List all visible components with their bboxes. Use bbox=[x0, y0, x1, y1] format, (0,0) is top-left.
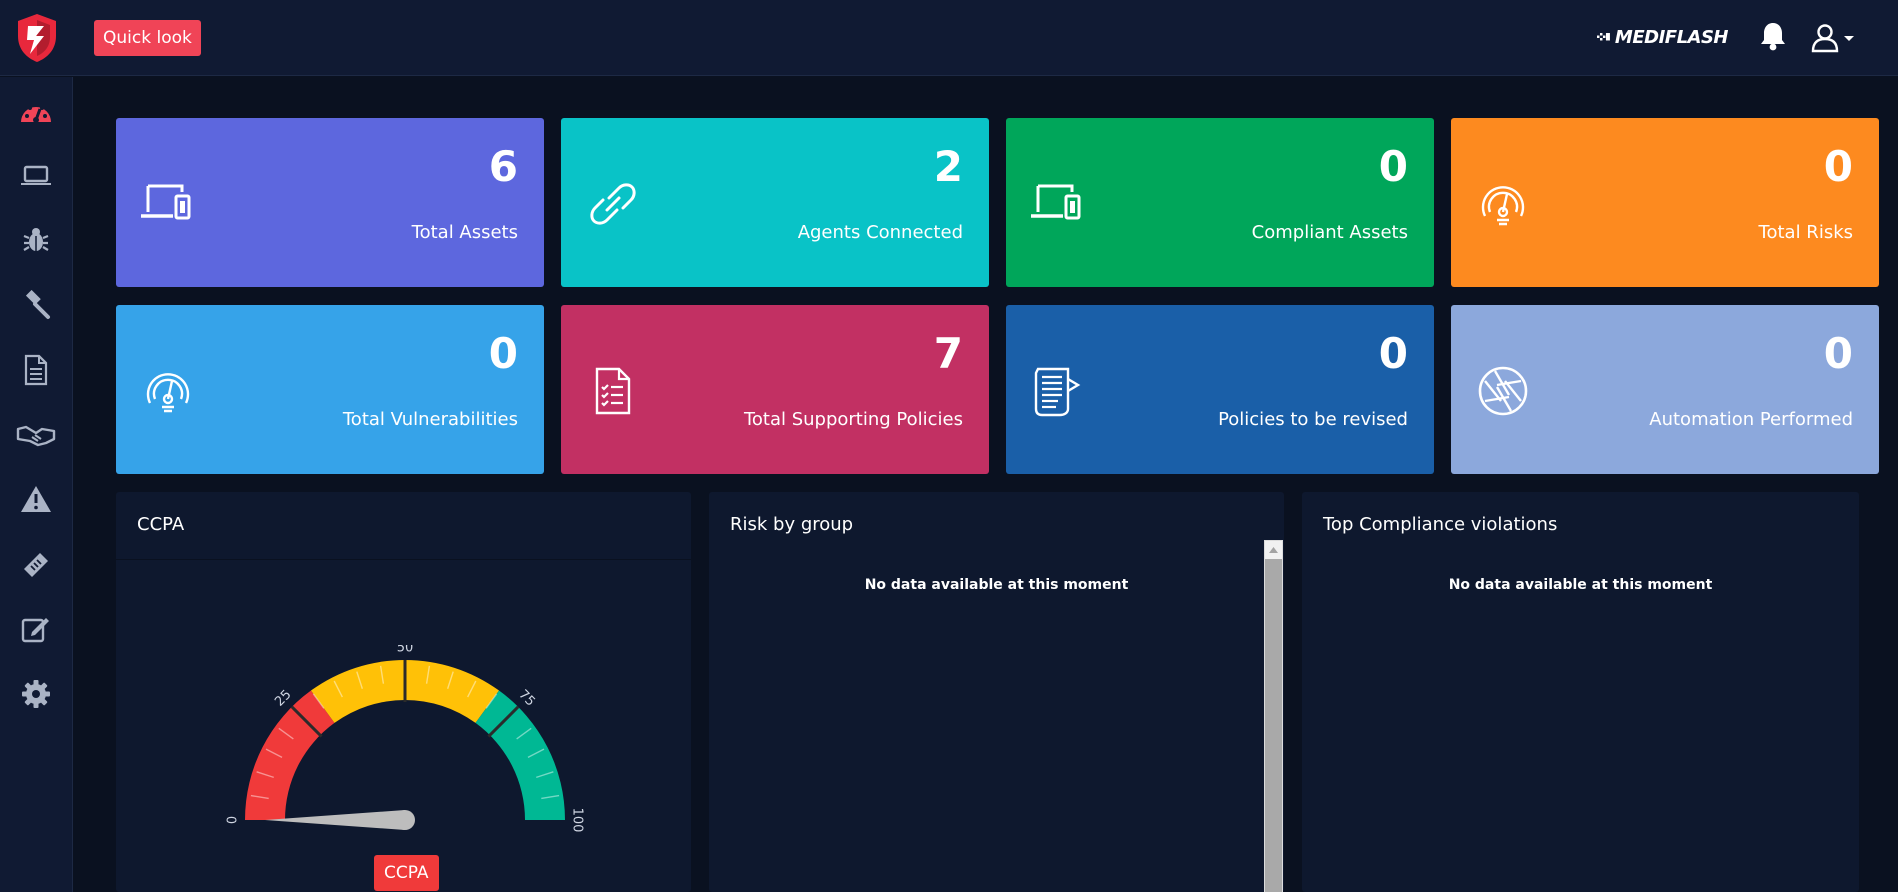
user-menu[interactable] bbox=[1810, 22, 1856, 54]
gear-icon bbox=[22, 680, 50, 708]
scrollbar[interactable] bbox=[1264, 540, 1283, 892]
card-total-vulnerabilities[interactable]: 0 Total Vulnerabilities bbox=[116, 305, 544, 474]
gauge-tick-label: 25 bbox=[272, 687, 294, 709]
checklist-icon bbox=[585, 363, 641, 419]
card-agents-connected[interactable]: 2 Agents Connected bbox=[561, 118, 989, 287]
gauge-tick-label: 0 bbox=[226, 816, 241, 824]
card-value: 0 bbox=[1823, 142, 1853, 191]
gauge-tick-label: 75 bbox=[515, 687, 537, 709]
gauge-needle-hub bbox=[395, 810, 415, 830]
panel-title: CCPA bbox=[116, 492, 691, 560]
brand-mark-icon bbox=[1596, 33, 1610, 41]
panel-title: Top Compliance violations bbox=[1323, 514, 1558, 535]
edit-icon bbox=[21, 618, 49, 643]
card-value: 0 bbox=[1823, 329, 1853, 378]
handshake-icon bbox=[16, 425, 56, 447]
gavel-icon bbox=[25, 290, 50, 319]
sidebar-item-settings[interactable] bbox=[16, 676, 56, 712]
gauge-label-badge: CCPA bbox=[374, 855, 439, 891]
laptop-icon bbox=[21, 165, 51, 185]
devices-icon bbox=[1030, 176, 1086, 232]
sidebar-item-risks[interactable] bbox=[16, 481, 56, 517]
sidebar-item-vulnerabilities[interactable] bbox=[16, 222, 56, 258]
card-label: Policies to be revised bbox=[1218, 409, 1408, 430]
card-label: Total Risks bbox=[1758, 222, 1853, 243]
top-compliance-panel: Top Compliance violations No data availa… bbox=[1302, 492, 1859, 892]
card-automation-performed[interactable]: 0 Automation Performed bbox=[1451, 305, 1879, 474]
ticket-icon bbox=[24, 553, 48, 577]
card-value: 0 bbox=[1378, 142, 1408, 191]
speedometer-icon bbox=[21, 103, 51, 123]
sidebar-item-vendors[interactable] bbox=[16, 417, 56, 453]
sidebar-item-policies[interactable] bbox=[16, 352, 56, 388]
card-policies-to-be-revised[interactable]: 0 Policies to be revised bbox=[1006, 305, 1434, 474]
bell-icon[interactable] bbox=[1758, 20, 1788, 52]
card-label: Total Assets bbox=[411, 222, 518, 243]
scroll-thumb[interactable] bbox=[1265, 559, 1282, 892]
card-total-assets[interactable]: 6 Total Assets bbox=[116, 118, 544, 287]
warning-icon bbox=[21, 486, 51, 512]
card-value: 0 bbox=[488, 329, 518, 378]
gauge-tick-label: 100 bbox=[570, 808, 585, 833]
card-value: 0 bbox=[1378, 329, 1408, 378]
user-icon bbox=[1811, 24, 1839, 53]
card-label: Total Vulnerabilities bbox=[342, 409, 518, 430]
caret-down-icon bbox=[1844, 36, 1854, 41]
quick-look-button[interactable]: Quick look bbox=[94, 20, 201, 56]
brand-name: MEDIFLASH bbox=[1614, 26, 1729, 48]
gauge-band-2 bbox=[475, 690, 565, 820]
card-value: 7 bbox=[933, 329, 963, 378]
ccpa-gauge: 0 25 50 75 100 bbox=[226, 645, 585, 833]
sidebar-item-assessments[interactable] bbox=[16, 611, 56, 647]
gauge-icon bbox=[1475, 176, 1531, 232]
card-label: Agents Connected bbox=[797, 222, 963, 243]
sidebar-item-assets[interactable] bbox=[16, 158, 56, 194]
sidebar-item-tickets[interactable] bbox=[16, 547, 56, 583]
card-compliant-assets[interactable]: 0 Compliant Assets bbox=[1006, 118, 1434, 287]
card-label: Compliant Assets bbox=[1251, 222, 1408, 243]
document-icon bbox=[24, 354, 48, 386]
empty-message: No data available at this moment bbox=[1448, 577, 1713, 593]
card-label: Automation Performed bbox=[1649, 409, 1853, 430]
scroll-up-arrow-icon[interactable] bbox=[1265, 541, 1282, 559]
card-total-supporting-policies[interactable]: 7 Total Supporting Policies bbox=[561, 305, 989, 474]
app-logo-icon[interactable] bbox=[14, 12, 60, 64]
gauge-tick-label: 50 bbox=[397, 645, 414, 656]
card-value: 2 bbox=[933, 142, 963, 191]
sidebar-item-compliance[interactable] bbox=[16, 287, 56, 323]
brand-logo: MEDIFLASH bbox=[1596, 23, 1729, 51]
card-total-risks[interactable]: 0 Total Risks bbox=[1451, 118, 1879, 287]
card-label: Total Supporting Policies bbox=[743, 409, 963, 430]
sidebar-item-dashboard[interactable] bbox=[16, 93, 56, 129]
empty-message: No data available at this moment bbox=[864, 577, 1129, 593]
gauge-band-0 bbox=[245, 690, 335, 820]
risk-by-group-panel: Risk by group No data available at this … bbox=[709, 492, 1284, 892]
gauge-needle bbox=[265, 810, 405, 830]
link-icon bbox=[585, 176, 641, 232]
sidebar bbox=[0, 77, 73, 892]
gauge-icon bbox=[140, 363, 196, 419]
panel-title: Risk by group bbox=[730, 514, 854, 535]
aperture-icon bbox=[1475, 363, 1531, 419]
card-value: 6 bbox=[488, 142, 518, 191]
policy-doc-icon bbox=[1030, 363, 1086, 419]
top-bar: Quick look MEDIFLASH bbox=[0, 0, 1898, 76]
devices-icon bbox=[140, 176, 196, 232]
bug-icon bbox=[23, 228, 49, 251]
